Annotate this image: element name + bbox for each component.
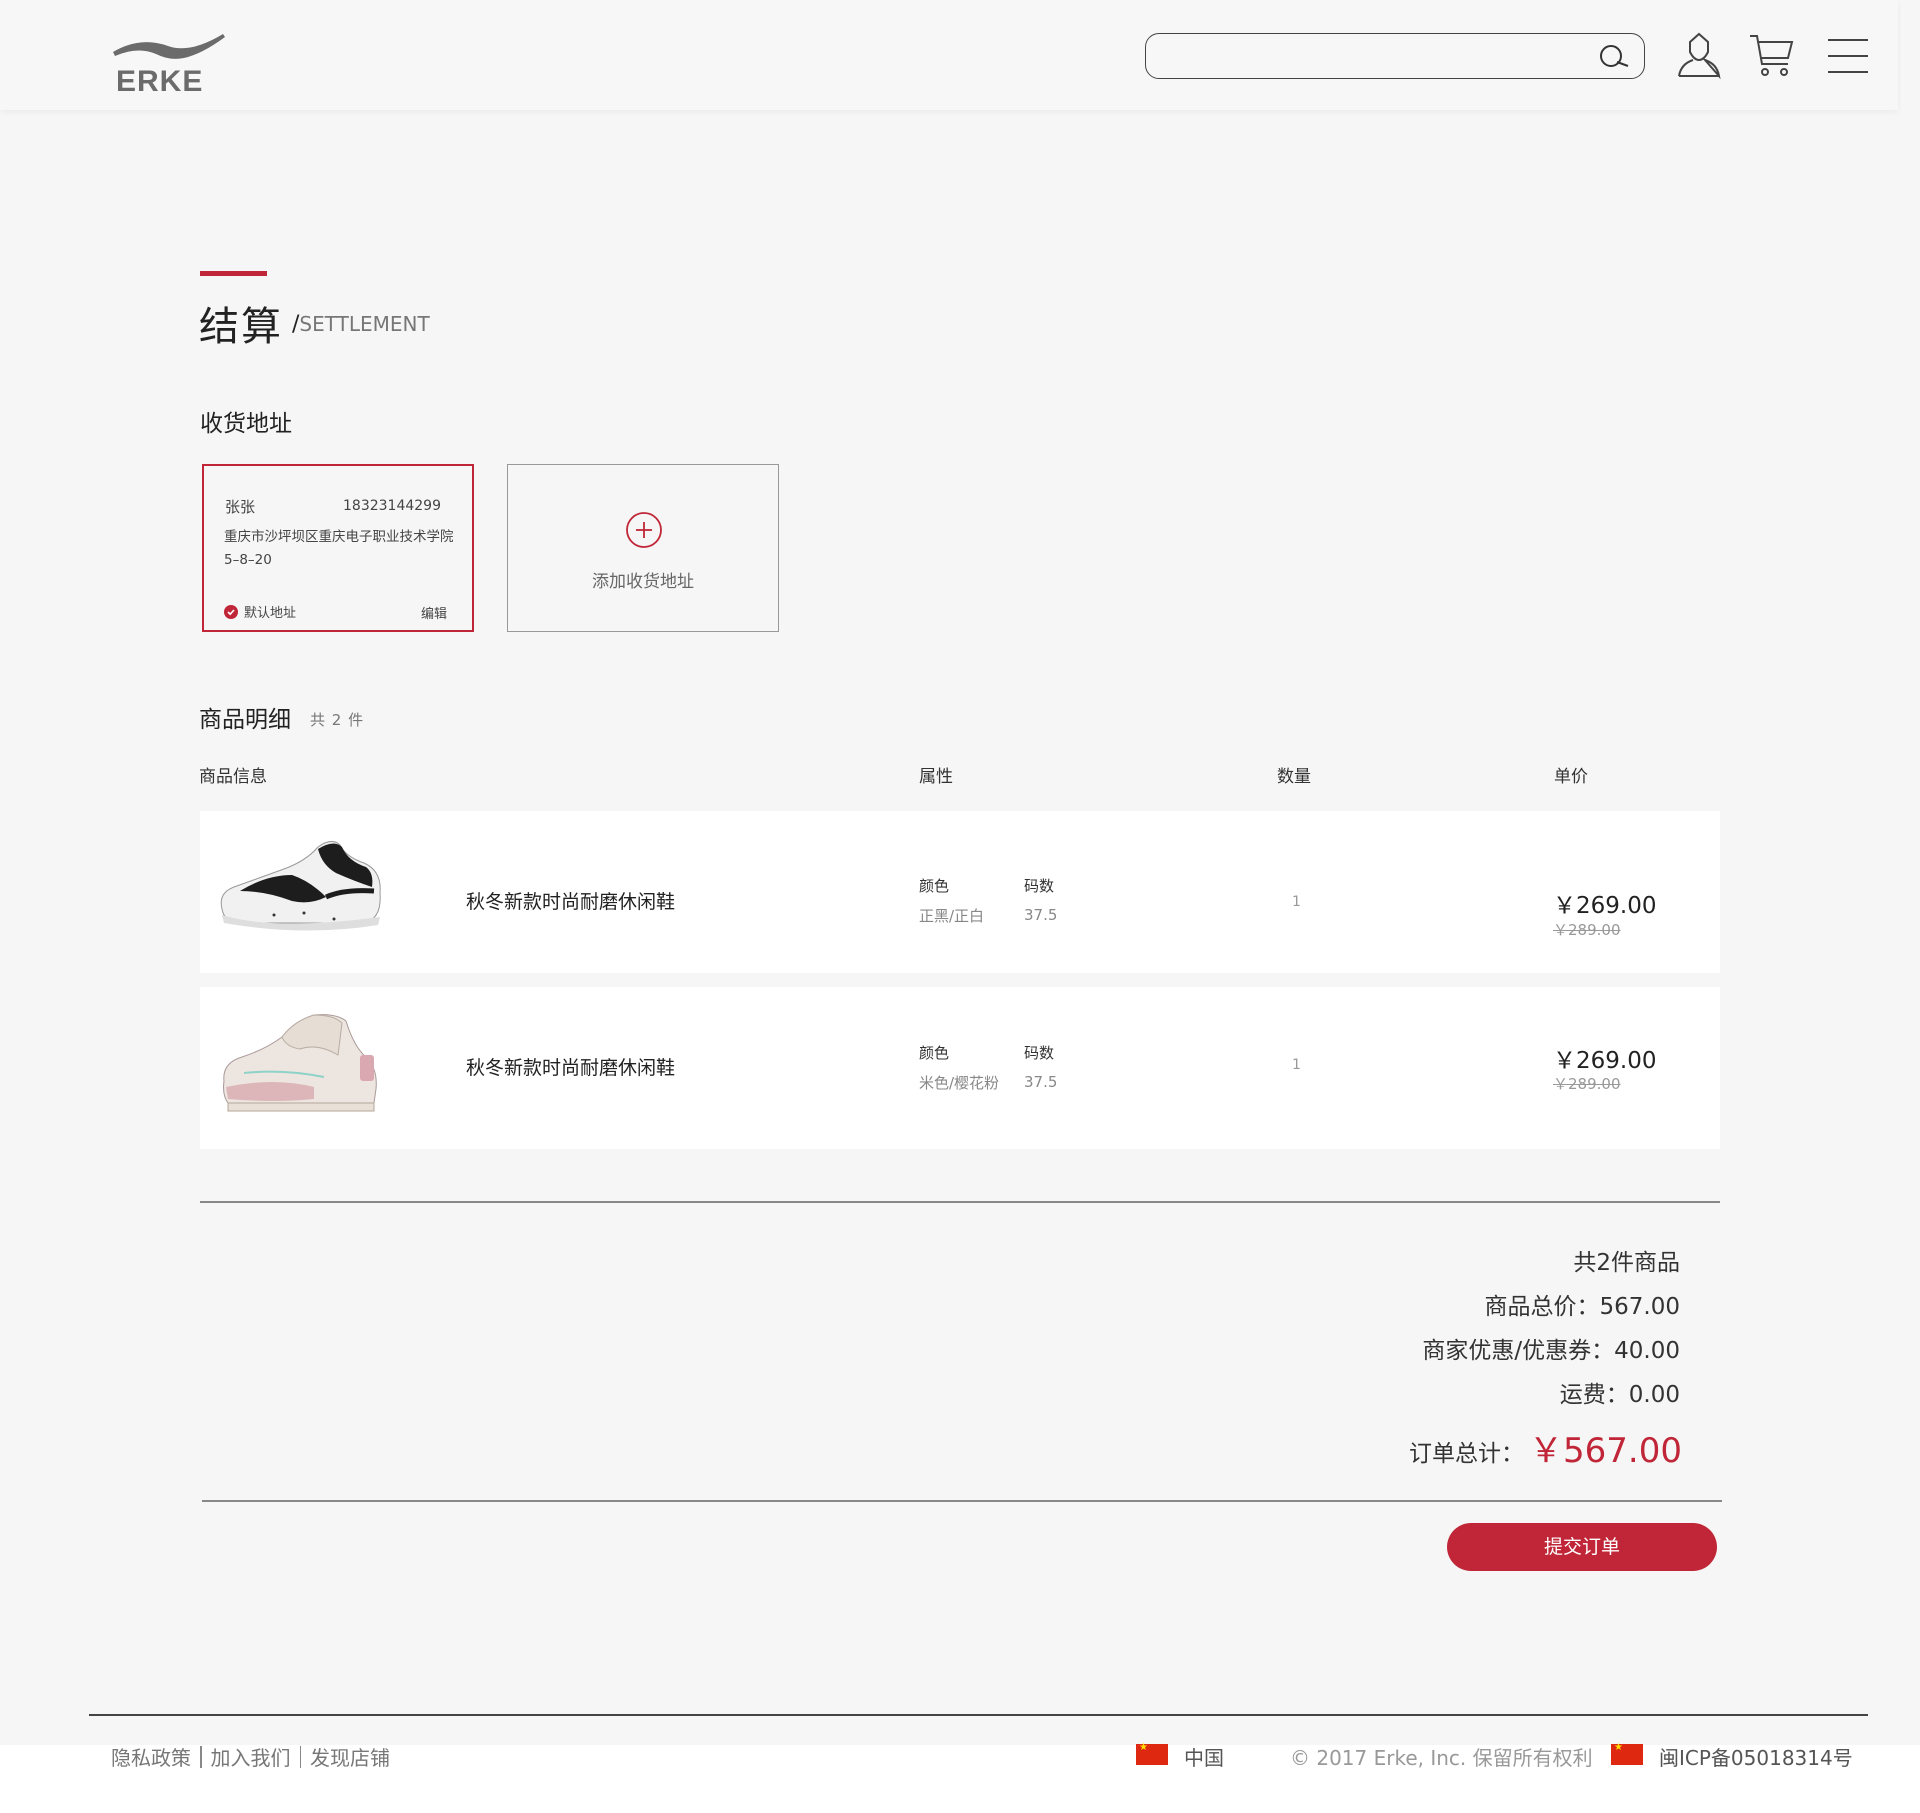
product-name[interactable]: 秋冬新款时尚耐磨休闲鞋 — [466, 1053, 675, 1080]
footer-region[interactable]: 中国 — [1184, 1742, 1224, 1771]
quantity-value: 1 — [1292, 894, 1301, 910]
footer-link-find-store[interactable]: 发现店铺 — [310, 1742, 390, 1771]
footer-separator — [299, 1745, 301, 1768]
svg-text:ERKE: ERKE — [116, 65, 203, 96]
footer-link-privacy[interactable]: 隐私政策 — [111, 1742, 191, 1771]
submit-order-button[interactable]: 提交订单 — [1447, 1523, 1717, 1571]
color-value: 正黑/正白 — [919, 907, 985, 925]
check-icon — [224, 604, 238, 619]
items-section-label: 商品明细 — [199, 707, 291, 733]
address-section-label: 收货地址 — [200, 411, 292, 437]
search-input[interactable] — [1160, 40, 1590, 72]
summary-subtotal: 商品总价：567.00 — [1484, 1294, 1680, 1320]
size-value: 37.5 — [1024, 1073, 1058, 1091]
address-text: 重庆市沙坪坝区重庆电子职业技术学院5–8–20 — [224, 529, 454, 568]
cart-icon[interactable] — [1748, 32, 1794, 78]
column-header-attributes: 属性 — [919, 767, 953, 787]
china-flag-icon — [1136, 1742, 1168, 1765]
user-icon[interactable] — [1674, 30, 1724, 80]
summary-item-count: 共2件商品 — [1573, 1250, 1680, 1276]
subtitle-text: SETTLEMENT — [299, 312, 430, 336]
column-header-quantity: 数量 — [1277, 767, 1311, 787]
original-price: ￥289.00 — [1553, 921, 1621, 939]
column-header-product-info: 商品信息 — [199, 767, 267, 787]
product-name[interactable]: 秋冬新款时尚耐磨休闲鞋 — [466, 887, 675, 914]
title-accent-bar — [200, 271, 267, 276]
footer-link-join-us[interactable]: 加入我们 — [211, 1742, 291, 1771]
summary-divider-bottom — [202, 1500, 1722, 1502]
unit-price: ￥269.00 — [1553, 1048, 1657, 1074]
footer-copyright: © 2017 Erke, Inc. 保留所有权利 — [1290, 1746, 1593, 1770]
summary-shipping: 运费：0.00 — [1559, 1382, 1680, 1408]
color-label: 颜色 — [919, 1044, 950, 1062]
plus-circle-icon — [626, 512, 662, 548]
default-address-indicator: 默认地址 — [224, 602, 296, 621]
address-phone: 18323144299 — [343, 498, 441, 514]
page-subtitle: /SETTLEMENT — [292, 312, 430, 337]
product-row: 秋冬新款时尚耐磨休闲鞋 颜色 正黑/正白 码数 37.5 1 ￥269.00 ￥… — [200, 811, 1720, 973]
search-box[interactable] — [1145, 33, 1645, 79]
size-label: 码数 — [1024, 1044, 1055, 1062]
menu-icon[interactable] — [1826, 36, 1870, 76]
color-value: 米色/樱花粉 — [919, 1074, 1000, 1092]
product-image-black-white-sneaker[interactable] — [214, 831, 386, 949]
unit-price: ￥269.00 — [1553, 893, 1657, 919]
edit-address-link[interactable]: 编辑 — [421, 603, 447, 622]
default-address-label: 默认地址 — [244, 606, 297, 621]
size-value: 37.5 — [1024, 906, 1058, 924]
column-header-unit-price: 单价 — [1554, 767, 1588, 787]
add-address-label: 添加收货地址 — [592, 572, 694, 592]
summary-discount: 商家优惠/优惠券：40.00 — [1422, 1338, 1680, 1364]
product-row: 秋冬新款时尚耐磨休闲鞋 颜色 米色/樱花粉 码数 37.5 1 ￥269.00 … — [200, 987, 1720, 1149]
add-address-card[interactable]: 添加收货地址 — [507, 464, 779, 632]
search-icon[interactable] — [1598, 42, 1630, 72]
color-label: 颜色 — [919, 877, 950, 895]
address-card-selected[interactable]: 张张 18323144299 重庆市沙坪坝区重庆电子职业技术学院5–8–20 默… — [202, 464, 474, 632]
size-label: 码数 — [1024, 877, 1055, 895]
item-count-note: 共 2 件 — [310, 711, 365, 729]
address-name: 张张 — [225, 498, 256, 516]
page-title: 结算 — [199, 304, 283, 350]
original-price: ￥289.00 — [1553, 1075, 1621, 1093]
china-flag-icon — [1611, 1742, 1643, 1765]
footer-separator — [200, 1745, 202, 1768]
footer-links: 隐私政策 加入我们 发现店铺 — [111, 1742, 390, 1771]
site-header: ERKE — [0, 0, 1898, 110]
product-image-beige-pink-sneaker[interactable] — [214, 1007, 386, 1125]
footer-icp[interactable]: 闽ICP备05018314号 — [1659, 1742, 1853, 1771]
order-total-label: 订单总计： — [1409, 1441, 1524, 1467]
order-total-value: ￥567.00 — [1529, 1431, 1682, 1471]
erke-logo[interactable]: ERKE — [110, 28, 228, 96]
summary-divider-top — [200, 1201, 1720, 1203]
quantity-value: 1 — [1292, 1057, 1301, 1073]
footer-divider — [89, 1714, 1868, 1716]
